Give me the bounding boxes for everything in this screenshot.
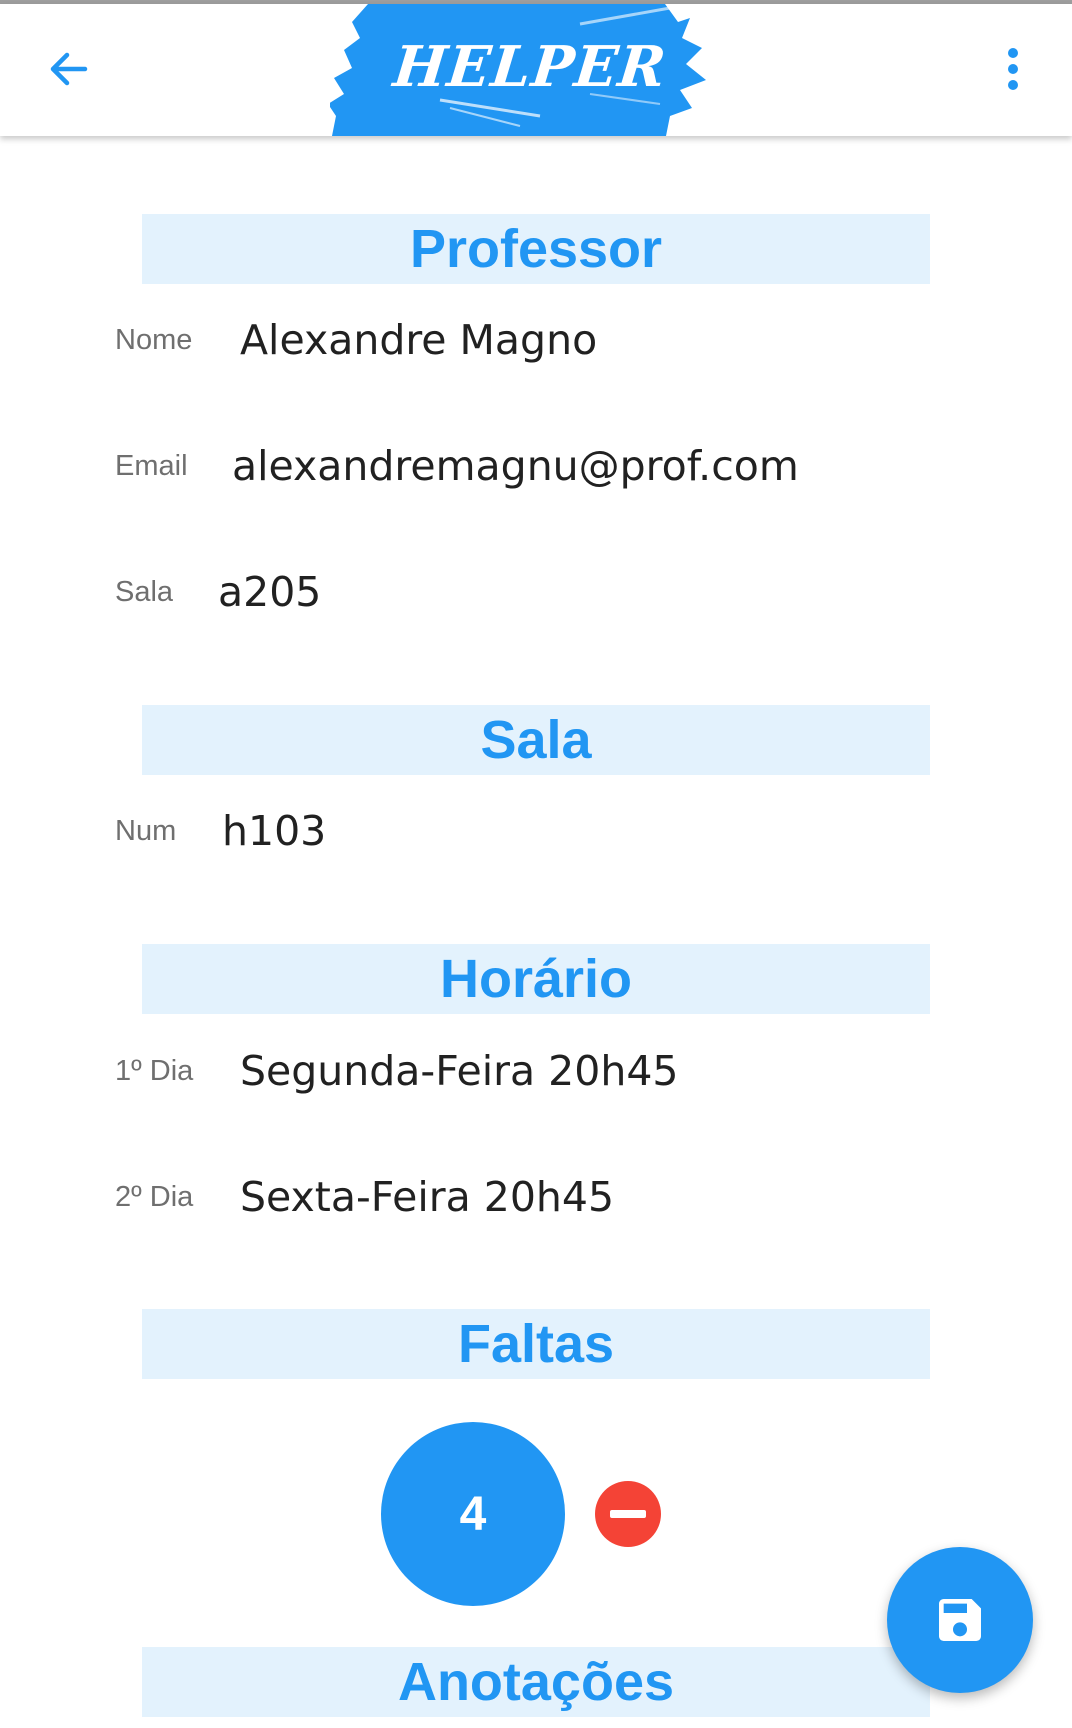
section-title: Faltas	[457, 1314, 615, 1374]
section-title: Anotações	[397, 1652, 675, 1712]
field-value-sala: a205	[218, 568, 322, 616]
field-value-dia-1: Segunda-Feira 20h45	[240, 1047, 679, 1095]
field-label-sala: Sala	[115, 576, 174, 608]
field-label-dia-2: 2º Dia	[115, 1181, 194, 1213]
section-header-faltas: Faltas	[142, 1309, 930, 1379]
field-value-num: h103	[222, 807, 327, 855]
field-value-email: alexandremagnu@prof.com	[232, 442, 799, 490]
field-value-nome: Alexandre Magno	[240, 316, 598, 364]
field-value-dia-2: Sexta-Feira 20h45	[240, 1173, 615, 1221]
section-title: Sala	[480, 710, 592, 770]
arrow-left-icon	[50, 52, 88, 86]
back-button[interactable]	[34, 34, 104, 104]
section-header-sala: Sala	[142, 705, 930, 775]
field-label-email: Email	[115, 450, 188, 482]
field-label-nome: Nome	[115, 324, 193, 356]
absence-count: 4	[381, 1422, 565, 1606]
save-button[interactable]	[887, 1547, 1033, 1693]
app-bar: HELPER	[0, 4, 1072, 136]
section-header-anotacoes: Anotações	[142, 1647, 930, 1717]
section-header-horario: Horário	[142, 944, 930, 1014]
field-label-dia-1: 1º Dia	[115, 1055, 194, 1087]
overflow-menu-button[interactable]	[980, 34, 1046, 104]
section-title: Horário	[439, 949, 633, 1009]
section-title: Professor	[409, 219, 663, 279]
section-header-professor: Professor	[142, 214, 930, 284]
save-icon	[939, 1599, 981, 1641]
logo-text: HELPER	[390, 34, 670, 100]
minus-circle-icon	[610, 1510, 646, 1518]
more-vert-icon	[1008, 48, 1018, 90]
field-label-num: Num	[115, 815, 177, 847]
decrement-absence-button[interactable]	[595, 1481, 661, 1547]
helper-logo: HELPER	[328, 4, 730, 136]
